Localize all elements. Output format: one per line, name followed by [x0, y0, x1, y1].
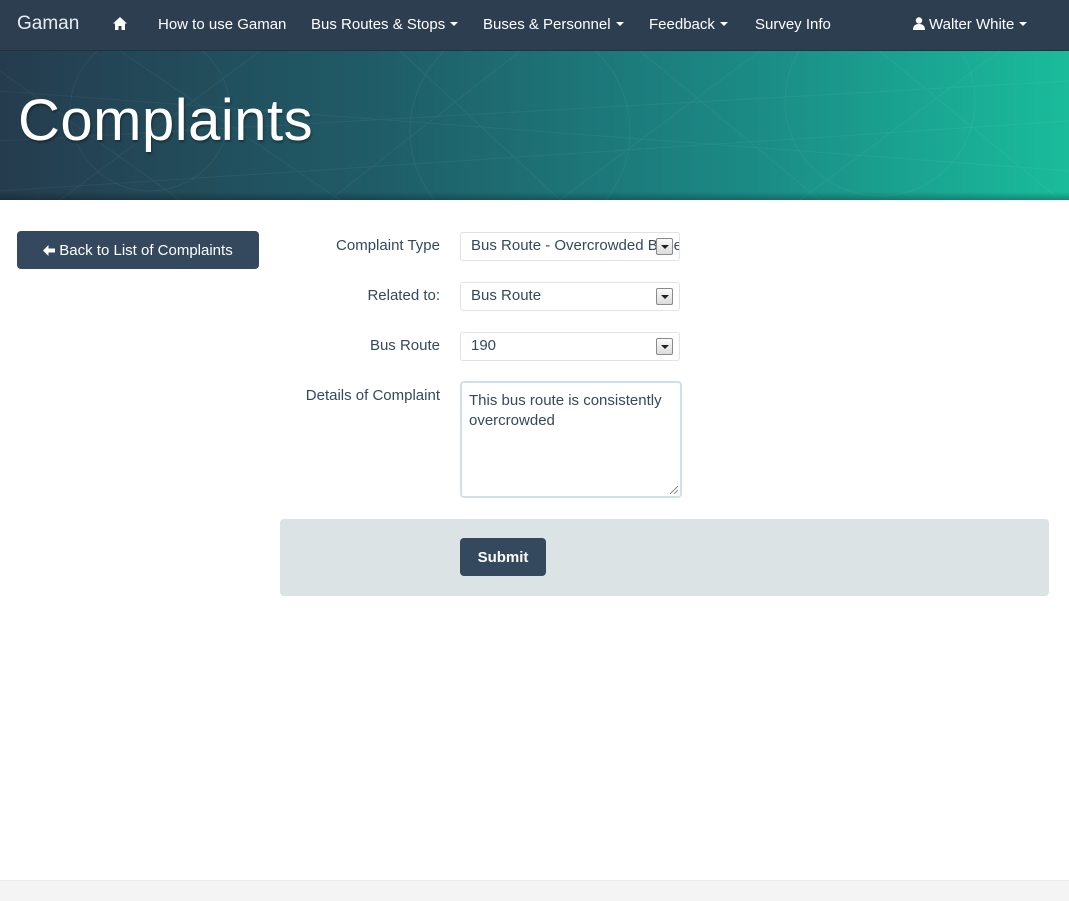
- caret-down-icon: [450, 22, 459, 27]
- details-textarea[interactable]: This bus route is consistently overcrowd…: [460, 381, 682, 498]
- nav-bus-routes-stops-label: Bus Routes & Stops: [311, 16, 446, 33]
- resize-grip-icon[interactable]: [670, 486, 678, 494]
- user-menu[interactable]: Walter White: [913, 16, 1028, 33]
- bus-route-label: Bus Route: [369, 337, 440, 354]
- banner-shadow: [0, 192, 1069, 200]
- nav-buses-personnel[interactable]: Buses & Personnel: [483, 16, 624, 33]
- top-navbar: Gaman How to use Gaman Bus Routes & Stop…: [0, 0, 1069, 51]
- arrow-left-icon: [43, 244, 56, 256]
- page-title: Complaints: [18, 88, 314, 153]
- complaint-type-value: Bus Route - Overcrowded Buses: [471, 237, 680, 254]
- submit-button[interactable]: Submit: [460, 538, 546, 576]
- dropdown-arrow-icon: [656, 338, 673, 355]
- caret-down-icon: [1019, 22, 1028, 27]
- nav-how-to-use-label: How to use Gaman: [158, 16, 287, 33]
- related-to-label: Related to:: [367, 287, 440, 304]
- related-to-value: Bus Route: [471, 287, 542, 304]
- submit-label: Submit: [477, 548, 529, 566]
- page-header-banner: Complaints: [0, 51, 1069, 200]
- caret-down-icon: [719, 22, 728, 27]
- nav-survey-info-label: Survey Info: [755, 16, 831, 33]
- nav-feedback[interactable]: Feedback: [649, 16, 728, 33]
- related-to-select[interactable]: Bus Route: [460, 282, 680, 311]
- footer: [0, 880, 1069, 901]
- user-name: Walter White: [929, 16, 1015, 33]
- nav-feedback-label: Feedback: [649, 16, 715, 33]
- complaint-type-label: Complaint Type: [336, 237, 440, 254]
- dropdown-arrow-icon: [656, 238, 673, 255]
- bus-route-value: 190: [471, 337, 497, 354]
- user-icon: [913, 17, 925, 30]
- nav-how-to-use[interactable]: How to use Gaman: [158, 16, 286, 33]
- back-to-list-button[interactable]: Back to List of Complaints: [17, 231, 259, 269]
- complaint-type-select[interactable]: Bus Route - Overcrowded Buses: [460, 232, 680, 261]
- details-label: Details of Complaint: [305, 387, 440, 404]
- details-text: This bus route is consistently overcrowd…: [469, 392, 662, 429]
- form-actions: [280, 519, 1049, 596]
- home-icon[interactable]: [113, 17, 127, 30]
- nav-survey-info[interactable]: Survey Info: [755, 16, 831, 33]
- nav-bus-routes-stops[interactable]: Bus Routes & Stops: [311, 16, 459, 33]
- dropdown-arrow-icon: [656, 288, 673, 305]
- back-to-list-label: Back to List of Complaints: [59, 241, 233, 259]
- nav-buses-personnel-label: Buses & Personnel: [483, 16, 611, 33]
- brand-link[interactable]: Gaman: [17, 13, 79, 35]
- caret-down-icon: [615, 22, 624, 27]
- bus-route-select[interactable]: 190: [460, 332, 680, 361]
